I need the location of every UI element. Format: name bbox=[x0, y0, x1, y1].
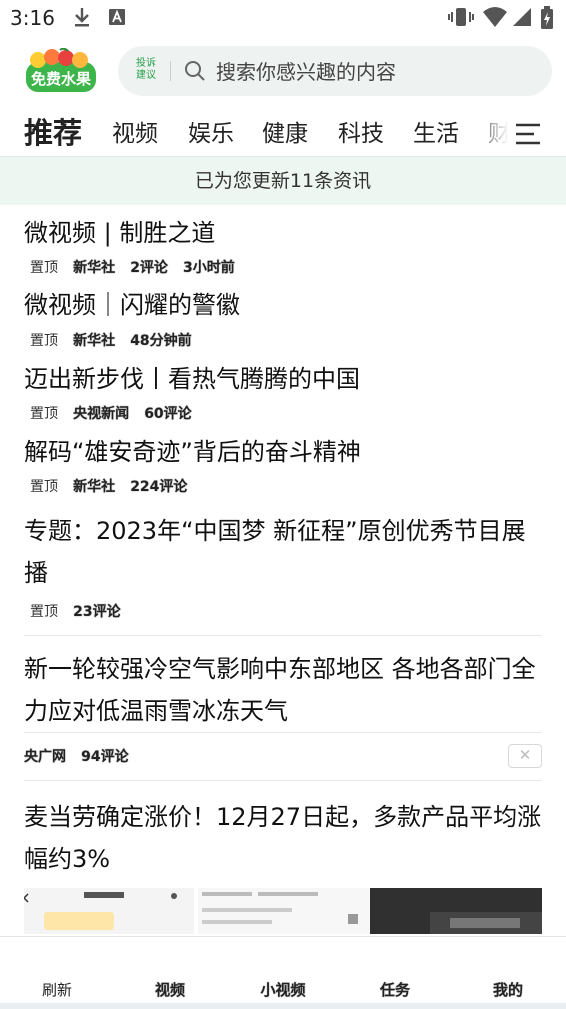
news-item[interactable]: 微视频｜闪耀的警徽 bbox=[24, 284, 544, 326]
news-source: 央视新闻 bbox=[73, 405, 130, 422]
search-bar[interactable]: 投诉 建议 bbox=[118, 46, 552, 96]
feedback-button[interactable]: 投诉 建议 bbox=[134, 58, 158, 82]
signal-icon bbox=[513, 8, 531, 26]
tab-entertainment[interactable]: 娱乐 bbox=[188, 114, 234, 148]
feed-divider bbox=[24, 732, 542, 733]
search-icon bbox=[185, 61, 205, 81]
news-meta: 央广网 94评论 bbox=[24, 745, 139, 767]
nav-tasks[interactable]: 任务 bbox=[360, 979, 430, 1000]
news-image-chat bbox=[24, 888, 194, 934]
news-time: 48分钟前 bbox=[130, 332, 192, 349]
news-image-list bbox=[198, 888, 370, 934]
news-item[interactable]: 麦当劳确定涨价！12月27日起，多款产品平均涨幅约3% bbox=[24, 796, 544, 880]
news-source: 新华社 bbox=[73, 478, 116, 495]
status-time: 3:16 bbox=[10, 6, 55, 30]
news-comments: 60评论 bbox=[144, 405, 192, 422]
news-meta: 置顶 23评论 bbox=[30, 600, 131, 622]
news-comments: 2评论 bbox=[130, 259, 168, 276]
news-image-storefront bbox=[370, 888, 542, 934]
news-item[interactable]: 微视频 | 制胜之道 bbox=[24, 212, 544, 254]
news-time: 3小时前 bbox=[183, 259, 235, 276]
feedback-label-line1: 投诉 bbox=[136, 58, 156, 69]
news-comments: 94评论 bbox=[81, 748, 129, 765]
news-item[interactable]: 迈出新步伐丨看热气腾腾的中国 bbox=[24, 358, 544, 400]
news-comments: 224评论 bbox=[130, 478, 188, 495]
chat-screenshot-icon bbox=[24, 892, 177, 930]
news-title[interactable]: 微视频 | 制胜之道 bbox=[24, 212, 544, 254]
news-title[interactable]: 专题：2023年“中国梦 新征程”原创优秀节目展播 bbox=[24, 510, 544, 594]
wifi-icon bbox=[483, 7, 507, 27]
news-item[interactable]: 专题：2023年“中国梦 新征程”原创优秀节目展播 bbox=[24, 510, 544, 594]
news-title[interactable]: 迈出新步伐丨看热气腾腾的中国 bbox=[24, 358, 544, 400]
feedback-label-line2: 建议 bbox=[136, 70, 156, 81]
status-bar: 3:16 bbox=[0, 0, 566, 36]
news-title[interactable]: 麦当劳确定涨价！12月27日起，多款产品平均涨幅约3% bbox=[24, 796, 544, 880]
download-icon bbox=[75, 8, 89, 27]
news-meta: 置顶 新华社 48分钟前 bbox=[30, 329, 202, 351]
bottom-nav: 刷新 视频 小视频 任务 我的 bbox=[0, 936, 566, 1009]
notification-a-icon bbox=[109, 9, 125, 25]
news-meta: 置顶 新华社 2评论 3小时前 bbox=[30, 256, 245, 278]
nav-video[interactable]: 视频 bbox=[135, 979, 205, 1000]
vibrate-icon bbox=[448, 8, 474, 26]
news-title[interactable]: 新一轮较强冷空气影响中东部地区 各地各部门全力应对低温雨雪冰冻天气 bbox=[24, 648, 544, 732]
storefront-photo-icon bbox=[370, 888, 542, 934]
nav-refresh[interactable]: 刷新 bbox=[22, 979, 92, 1000]
news-meta: 置顶 央视新闻 60评论 bbox=[30, 402, 202, 424]
nav-profile[interactable]: 我的 bbox=[473, 979, 543, 1000]
news-source: 新华社 bbox=[73, 332, 116, 349]
pin-label: 置顶 bbox=[30, 603, 58, 620]
news-image-strip[interactable] bbox=[24, 888, 542, 934]
update-banner: 已为您更新11条资讯 bbox=[0, 157, 566, 205]
search-divider bbox=[170, 61, 171, 81]
list-screenshot-icon bbox=[202, 892, 358, 924]
dismiss-button[interactable]: ✕ bbox=[508, 744, 542, 768]
pin-label: 置顶 bbox=[30, 332, 58, 349]
feed-divider bbox=[24, 635, 542, 636]
feed-divider bbox=[24, 780, 542, 781]
pin-label: 置顶 bbox=[30, 478, 58, 495]
search-input[interactable] bbox=[214, 56, 538, 88]
news-item[interactable]: 解码“雄安奇迹”背后的奋斗精神 bbox=[24, 431, 544, 473]
news-title[interactable]: 微视频｜闪耀的警徽 bbox=[24, 284, 544, 326]
news-source: 新华社 bbox=[73, 259, 116, 276]
news-item[interactable]: 新一轮较强冷空气影响中东部地区 各地各部门全力应对低温雨雪冰冻天气 bbox=[24, 648, 544, 732]
tab-life[interactable]: 生活 bbox=[413, 114, 459, 148]
logo-text: 免费水果 bbox=[30, 70, 91, 88]
news-meta: 置顶 新华社 224评论 bbox=[30, 475, 197, 497]
tab-health[interactable]: 健康 bbox=[262, 114, 308, 148]
battery-icon bbox=[541, 6, 553, 29]
news-source: 央广网 bbox=[24, 748, 66, 765]
pin-label: 置顶 bbox=[30, 405, 58, 422]
category-tabs: 推荐 视频 娱乐 健康 科技 生活 财 bbox=[0, 104, 566, 158]
tab-recommend[interactable]: 推荐 bbox=[24, 110, 82, 152]
news-title[interactable]: 解码“雄安奇迹”背后的奋斗精神 bbox=[24, 431, 544, 473]
nav-short-video[interactable]: 小视频 bbox=[248, 979, 318, 1000]
pin-label: 置顶 bbox=[30, 259, 58, 276]
app-logo[interactable]: 免费水果 bbox=[24, 47, 98, 94]
tab-video[interactable]: 视频 bbox=[112, 114, 158, 148]
nav-bottom-strip bbox=[0, 1003, 566, 1009]
news-comments: 23评论 bbox=[73, 603, 121, 620]
tab-tech[interactable]: 科技 bbox=[338, 114, 384, 148]
menu-icon[interactable] bbox=[514, 122, 542, 146]
